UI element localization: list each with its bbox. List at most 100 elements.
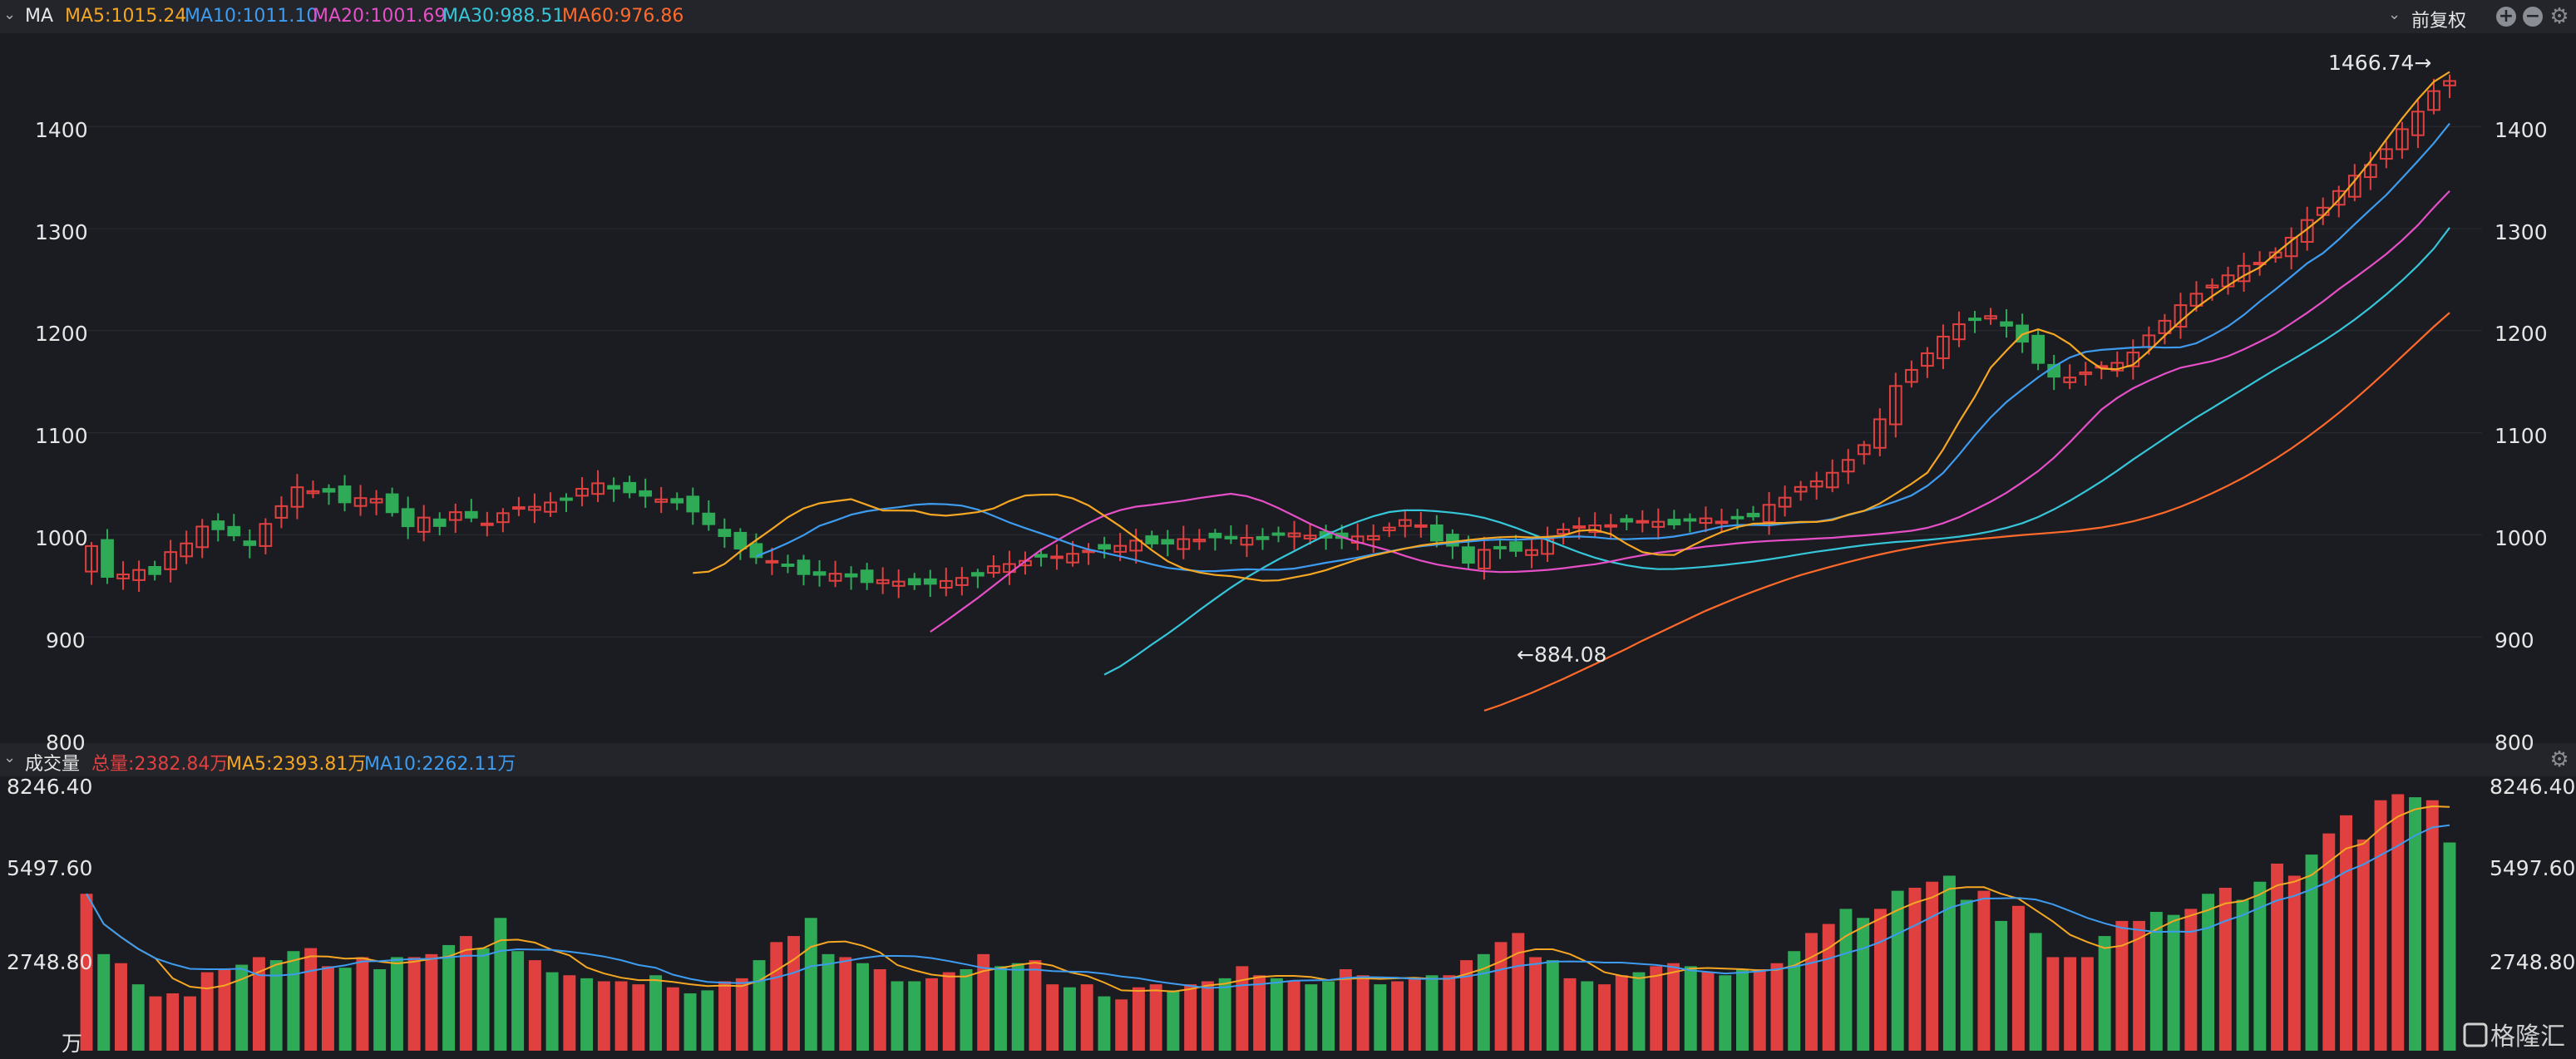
candle-down — [1256, 535, 1270, 540]
candle-down — [1493, 545, 1507, 549]
volume-bar — [425, 953, 438, 1051]
volume-bar — [873, 968, 886, 1051]
volume-bar — [925, 978, 938, 1051]
candle-down — [923, 578, 937, 585]
candle-down — [211, 520, 225, 530]
candle-down — [243, 540, 257, 546]
volume-bar — [1408, 978, 1421, 1051]
volume-bar — [770, 942, 783, 1051]
volume-bar — [2011, 905, 2025, 1051]
high-price-label: 1466.74→ — [2328, 51, 2431, 75]
candle-down — [322, 488, 336, 493]
candle-down — [1208, 532, 1222, 539]
candle-down — [1730, 515, 1744, 520]
volume-bar — [2202, 894, 2215, 1051]
volume-bar — [994, 966, 1007, 1051]
price-tick-right: 1200 — [2495, 322, 2548, 346]
volume-bar — [373, 968, 387, 1051]
volume-bar — [1046, 984, 1059, 1051]
candle-down — [1683, 518, 1697, 522]
volume-bar — [1322, 981, 1335, 1051]
volume-bar — [494, 918, 507, 1051]
price-tick-left: 1000 — [35, 526, 88, 550]
candle-up — [1572, 525, 1587, 530]
candle-down — [1462, 546, 1475, 564]
volume-bar — [597, 981, 610, 1051]
volume-bar — [1563, 978, 1577, 1051]
volume-bar — [2391, 794, 2405, 1051]
candle-down — [1746, 512, 1760, 518]
volume-bar — [804, 918, 817, 1051]
volume-bar — [2046, 957, 2060, 1051]
volume-bar — [632, 984, 645, 1051]
volume-bar — [666, 987, 679, 1051]
volume-bar — [563, 975, 576, 1051]
price-tick-right: 1100 — [2495, 424, 2548, 448]
volume-bar — [614, 981, 628, 1051]
volume-tick-right: 2748.80 — [2490, 950, 2575, 974]
price-tick-left: 800 — [46, 731, 86, 755]
volume-bar — [1598, 984, 1611, 1051]
price-tick-right: 1000 — [2495, 526, 2548, 550]
kline-chart[interactable]: 1400 1300 1200 1100 1000 900 800 1400 13… — [0, 0, 2576, 1059]
candle-down — [844, 573, 858, 578]
price-tick-left: 1200 — [35, 322, 88, 346]
volume-bar — [442, 944, 456, 1051]
volume-ma10-line — [86, 824, 2450, 989]
volume-bar — [1942, 875, 1956, 1051]
volume-bar — [1581, 981, 1594, 1051]
volume-bar — [2218, 887, 2232, 1051]
candle-down — [781, 563, 795, 567]
candle-down — [1509, 541, 1522, 552]
volume-bar — [1977, 890, 1991, 1051]
volume-bar — [839, 957, 852, 1051]
volume-bar — [1770, 963, 1784, 1051]
volume-bar — [2029, 933, 2042, 1051]
volume-bar — [735, 978, 748, 1051]
candle-down — [1620, 518, 1634, 523]
price-tick-right: 1300 — [2495, 220, 2548, 244]
candle-down — [148, 566, 161, 575]
candle-down — [797, 559, 811, 575]
ma10-line — [755, 122, 2450, 573]
candle-down — [1098, 544, 1111, 550]
volume-bar — [1080, 984, 1093, 1051]
volume-tick-right: 5497.60 — [2490, 856, 2575, 880]
volume-bar — [1908, 887, 1922, 1051]
volume-bar — [2356, 839, 2370, 1051]
volume-bar — [321, 966, 334, 1051]
candle-down — [907, 578, 921, 586]
candle-down — [464, 510, 478, 519]
volume-bar — [2443, 842, 2456, 1051]
volume-bar — [1253, 975, 1266, 1051]
candle-up — [1636, 520, 1650, 524]
candle-up — [1414, 524, 1428, 528]
candle-down — [401, 508, 415, 528]
volume-bar — [1650, 966, 1663, 1051]
volume-bar — [1184, 984, 1197, 1051]
volume-bar — [511, 951, 525, 1051]
volume-bar — [338, 968, 352, 1051]
candle-up — [1715, 520, 1729, 525]
volume-bar — [649, 975, 663, 1051]
volume-bar — [459, 936, 472, 1051]
volume-bar — [390, 957, 403, 1051]
grid — [83, 126, 2482, 638]
candle-down — [227, 525, 241, 537]
price-tick-right: 900 — [2495, 628, 2534, 653]
price-tick-right: 1400 — [2495, 118, 2548, 142]
volume-bar — [269, 960, 283, 1051]
volume-bar — [97, 953, 111, 1051]
volume-bar — [218, 968, 231, 1051]
volume-bar — [1443, 975, 1456, 1051]
volume-bar — [1995, 920, 2008, 1051]
volume-bar — [1029, 960, 1042, 1051]
volume-bar — [1339, 968, 1352, 1051]
candle-down — [623, 481, 636, 494]
volume-bar — [1667, 963, 1680, 1051]
candle-down — [639, 490, 653, 497]
volume-bar — [2080, 957, 2094, 1051]
candle-down — [718, 529, 732, 537]
volume-bar — [683, 993, 697, 1051]
volume-bar — [149, 996, 162, 1051]
